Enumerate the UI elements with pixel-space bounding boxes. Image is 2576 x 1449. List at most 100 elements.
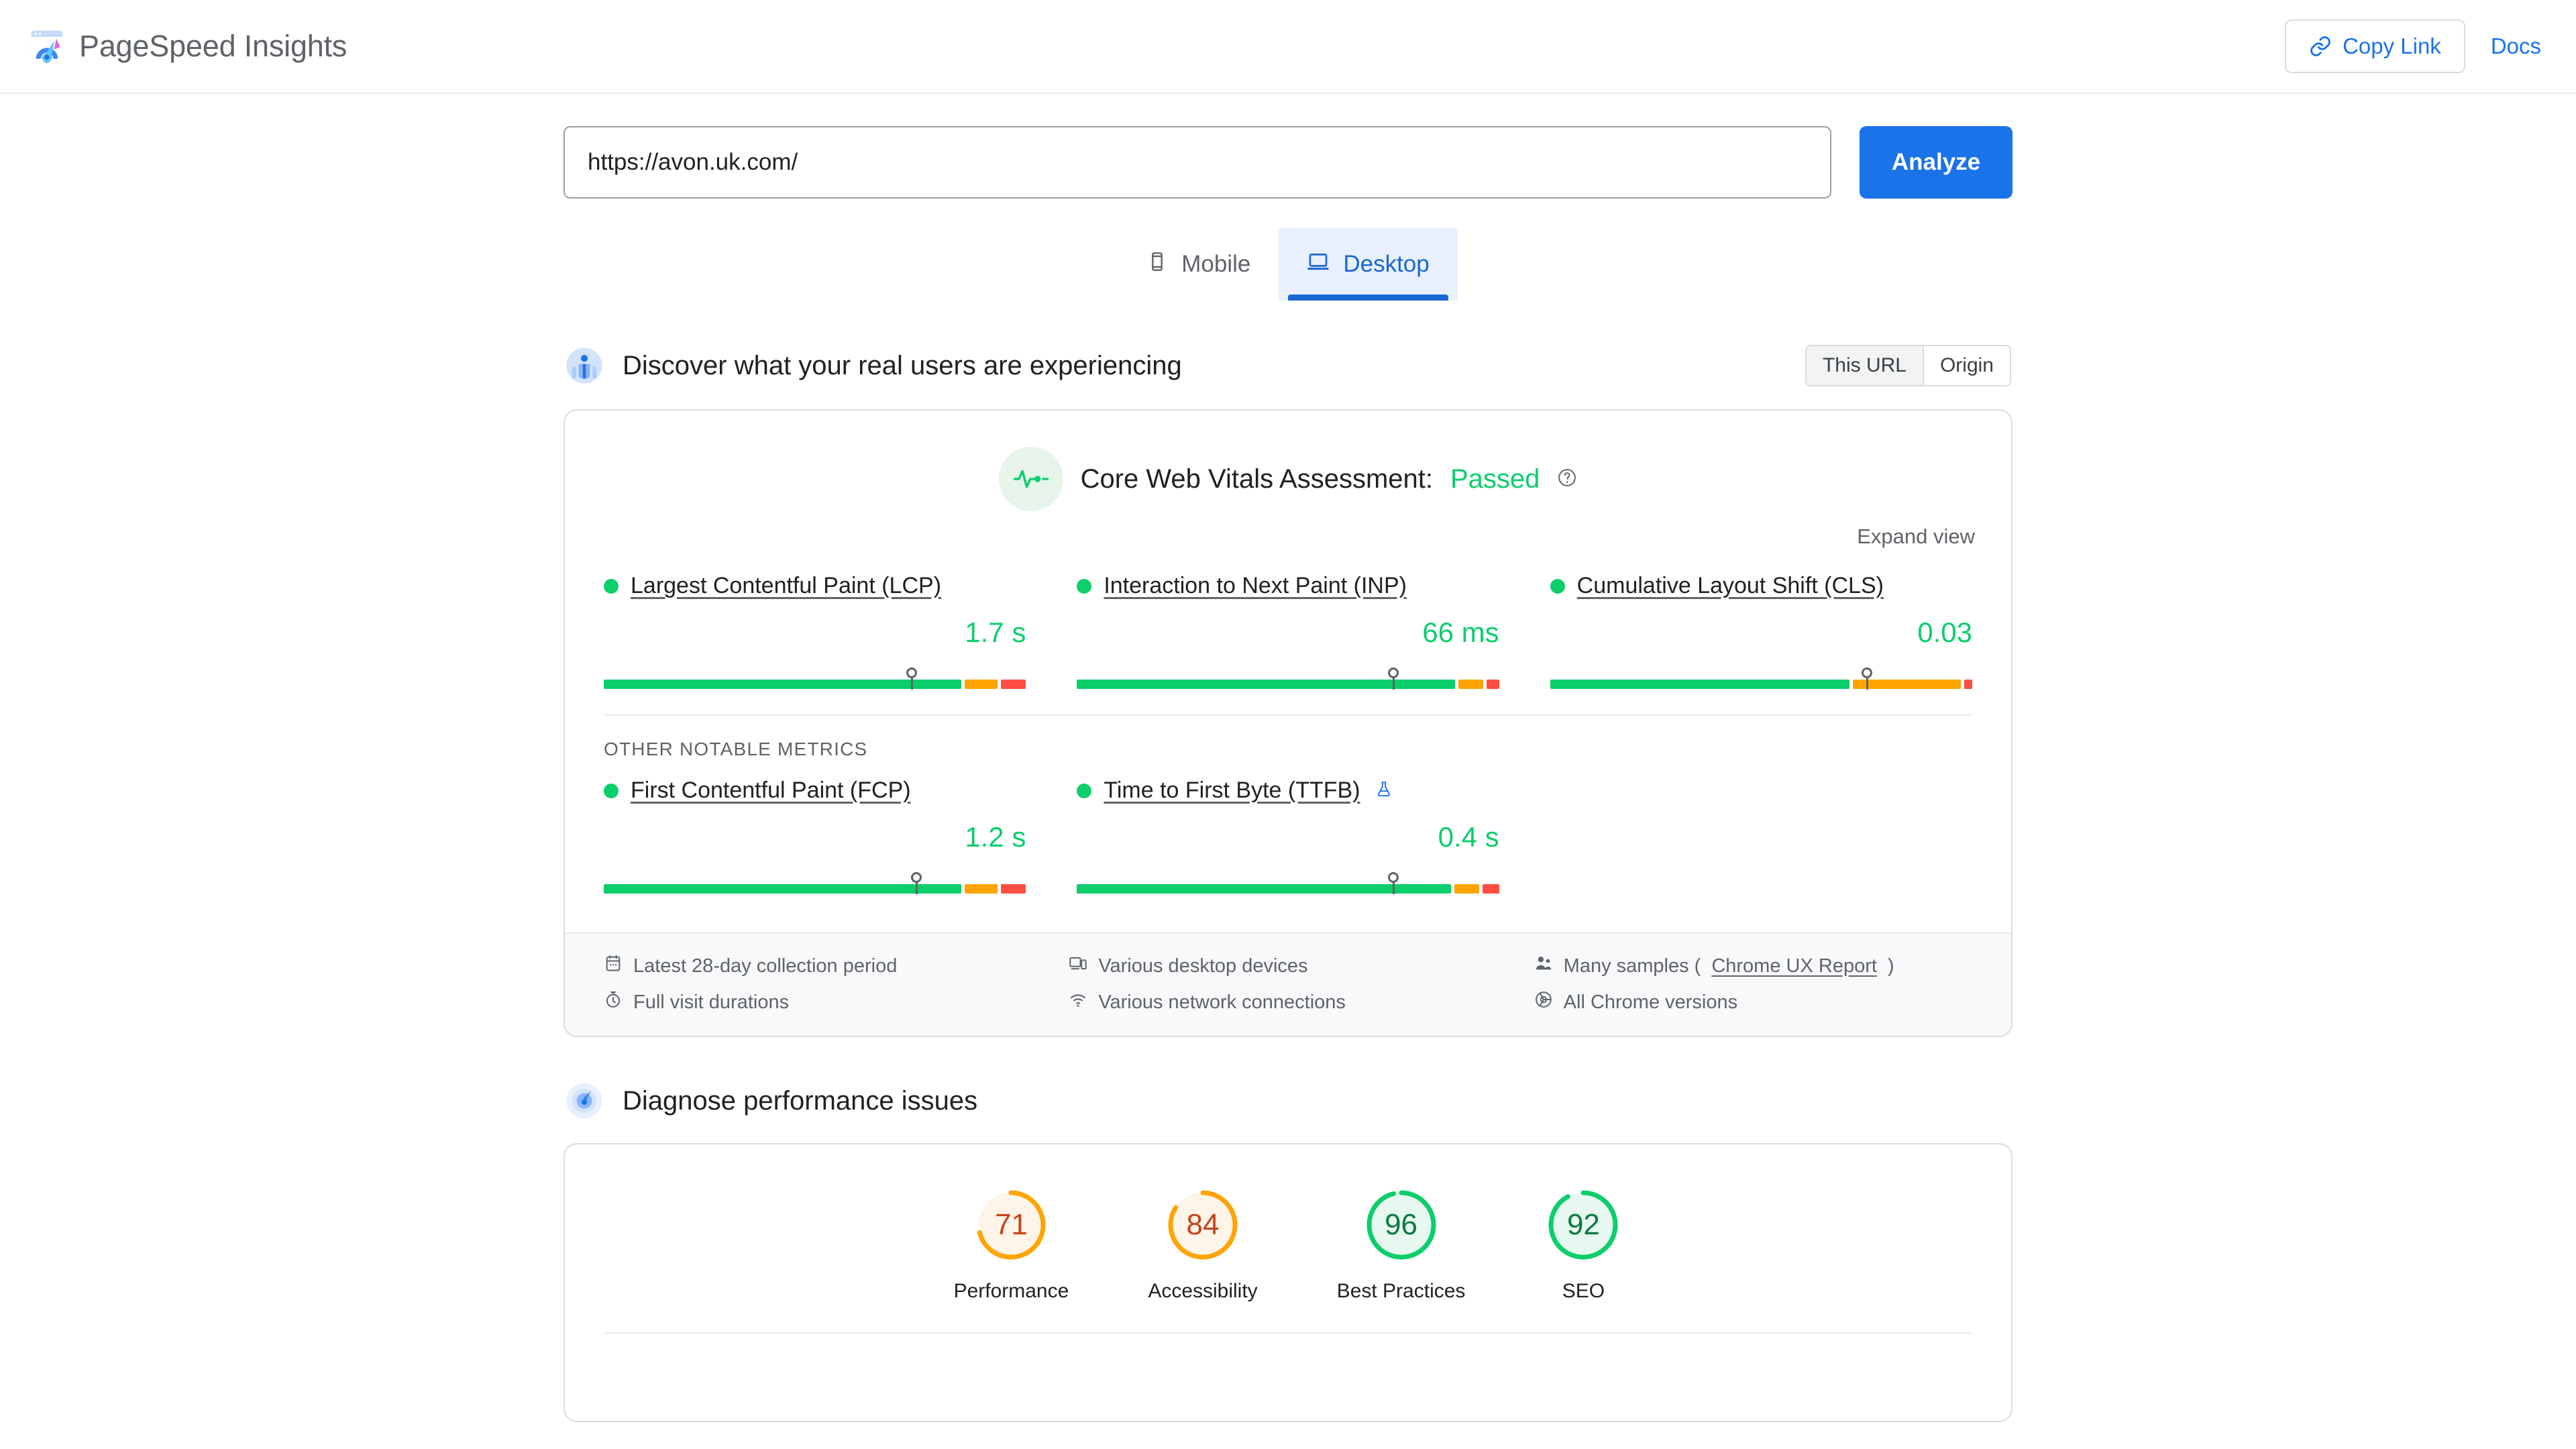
metric-status-dot (1550, 578, 1565, 594)
footer-metadata-text: All Chrome versions (1563, 991, 1738, 1013)
metric-header: Interaction to Next Paint (INP) (1077, 573, 1499, 599)
metric-tile: Largest Contentful Paint (LCP) 1.7 s (604, 573, 1026, 709)
distribution-segment-average (964, 884, 998, 894)
metric-name-link[interactable]: Largest Contentful Paint (LCP) (631, 573, 941, 599)
footer-metadata-text: Various network connections (1098, 991, 1346, 1013)
device-tabs: Mobile Desktop (564, 228, 2012, 301)
field-section-title-group: Discover what your real users are experi… (565, 346, 1182, 385)
metric-status-dot (1077, 578, 1092, 594)
footer-metadata-item: Many samples ( Chrome UX Report) (1534, 954, 1972, 978)
footer-metadata-text: Many samples ( (1563, 955, 1701, 977)
footer-metadata-item: Various network connections (1069, 990, 1507, 1014)
score-gauge[interactable]: 92 SEO (1544, 1186, 1622, 1303)
metric-name-link[interactable]: First Contentful Paint (FCP) (631, 777, 911, 804)
page-body: Analyze Mobile (0, 94, 2576, 1422)
distribution-segment-average (1454, 884, 1479, 894)
metric-header: Largest Contentful Paint (LCP) (604, 573, 1026, 599)
metric-header: Time to First Byte (TTFB) (1077, 777, 1499, 804)
metric-value: 0.03 (1917, 616, 1972, 648)
metric-header: Cumulative Layout Shift (CLS) (1550, 573, 1972, 599)
score-gauge[interactable]: 84 Accessibility (1148, 1186, 1258, 1303)
distribution-segment-poor (1001, 884, 1026, 894)
gauge-ring: 92 (1544, 1186, 1622, 1264)
calendar-icon (604, 954, 623, 978)
metric-value: 1.2 s (965, 821, 1026, 853)
score-label: Performance (953, 1280, 1069, 1302)
metric-distribution-bar (1077, 872, 1499, 894)
distribution-segment-average (1852, 680, 1961, 689)
distribution-segment-poor (1482, 884, 1499, 894)
content-column: Analyze Mobile (564, 94, 2012, 1422)
other-metrics-label: OTHER NOTABLE METRICS (604, 739, 868, 759)
brand: PageSpeed Insights (28, 28, 347, 65)
tab-mobile[interactable]: Mobile (1118, 228, 1279, 301)
cwv-assessment-result: Passed (1450, 464, 1540, 494)
copy-link-label: Copy Link (2343, 34, 2441, 58)
metric-tile: Time to First Byte (TTFB) 0.4 s (1077, 777, 1499, 914)
help-icon[interactable] (1557, 468, 1577, 491)
metric-tile: First Contentful Paint (FCP) 1.2 s (604, 777, 1026, 914)
devices-icon (1069, 954, 1087, 978)
score-gauge[interactable]: 96 Best Practices (1336, 1186, 1466, 1303)
footer-metadata-item: Latest 28-day collection period (604, 954, 1042, 978)
diagnose-gauge-icon (565, 1081, 604, 1120)
score-gauge[interactable]: 71 Performance (954, 1186, 1069, 1303)
distribution-segment-good (604, 884, 961, 894)
scope-origin[interactable]: Origin (1922, 346, 2010, 385)
experimental-flask-icon (1375, 780, 1393, 801)
metric-name-link[interactable]: Time to First Byte (TTFB) (1104, 777, 1360, 804)
header-actions: Copy Link Docs (2285, 19, 2541, 73)
gauge-value: 92 (1566, 1208, 1600, 1241)
people-icon (1534, 954, 1553, 978)
lab-section-header: Diagnose performance issues (564, 1081, 2012, 1120)
lighthouse-scores-card: 71 Performance 84 Accessibility 96 Best Pract… (564, 1143, 2012, 1422)
metric-distribution-bar (604, 872, 1026, 894)
score-label: SEO (1562, 1280, 1605, 1302)
footer-metadata-text: Various desktop devices (1098, 955, 1308, 977)
footer-metadata-suffix: ) (1887, 955, 1894, 977)
timer-icon (604, 990, 623, 1014)
expand-view-link[interactable]: Expand view (1857, 525, 1975, 549)
metric-tile: Interaction to Next Paint (INP) 66 ms (1077, 573, 1499, 709)
gauge-value: 84 (1186, 1208, 1220, 1241)
metric-value: 1.7 s (965, 616, 1026, 648)
distribution-segment-poor (1001, 680, 1026, 689)
metric-header: First Contentful Paint (FCP) (604, 777, 1026, 804)
footer-metadata-item: Various desktop devices (1069, 954, 1507, 978)
scope-toggle: This URL Origin (1805, 345, 2011, 386)
metric-distribution-bar (1550, 667, 1972, 690)
pagespeed-logo-icon (28, 28, 66, 65)
url-input[interactable] (564, 126, 1831, 199)
cwv-assessment-label: Core Web Vitals Assessment: (1080, 464, 1433, 494)
copy-link-button[interactable]: Copy Link (2285, 19, 2465, 73)
footer-metadata-grid: Latest 28-day collection period Various d… (604, 954, 1972, 1014)
core-metrics-grid: Largest Contentful Paint (LCP) 1.7 s Inter… (565, 555, 2011, 709)
chrome-ux-report-link[interactable]: Chrome UX Report (1711, 955, 1877, 977)
app-title: PageSpeed Insights (79, 29, 347, 63)
score-label: Accessibility (1148, 1280, 1258, 1302)
other-metrics-grid: First Contentful Paint (FCP) 1.2 s Time to… (565, 760, 2011, 914)
metric-name-link[interactable]: Interaction to Next Paint (INP) (1104, 573, 1407, 599)
metric-value: 0.4 s (1438, 821, 1499, 853)
metric-status-dot (604, 578, 619, 594)
analyze-button[interactable]: Analyze (1860, 126, 2012, 199)
distribution-segment-good (604, 680, 961, 689)
docs-link[interactable]: Docs (2491, 34, 2541, 59)
core-web-vitals-card: Core Web Vitals Assessment: Passed Expan… (564, 409, 2012, 1037)
desktop-icon (1307, 250, 1330, 279)
lab-section-title-group: Diagnose performance issues (565, 1081, 977, 1120)
footer-metadata-item: All Chrome versions (1534, 990, 1972, 1014)
gauge-ring: 96 (1362, 1186, 1440, 1264)
gauge-ring: 84 (1164, 1186, 1242, 1264)
metric-distribution-bar (604, 667, 1026, 690)
distribution-segment-average (1458, 680, 1484, 689)
metric-status-dot (1077, 783, 1092, 798)
tab-mobile-label: Mobile (1181, 251, 1251, 277)
score-label: Best Practices (1336, 1280, 1466, 1302)
cwv-assessment-header: Core Web Vitals Assessment: Passed (565, 411, 2011, 525)
scores-row: 71 Performance 84 Accessibility 96 Best Pract… (565, 1144, 2011, 1332)
metric-name-link[interactable]: Cumulative Layout Shift (CLS) (1577, 573, 1884, 599)
scope-this-url[interactable]: This URL (1806, 346, 1923, 385)
tab-desktop[interactable]: Desktop (1279, 228, 1458, 301)
chrome-icon (1534, 990, 1553, 1014)
